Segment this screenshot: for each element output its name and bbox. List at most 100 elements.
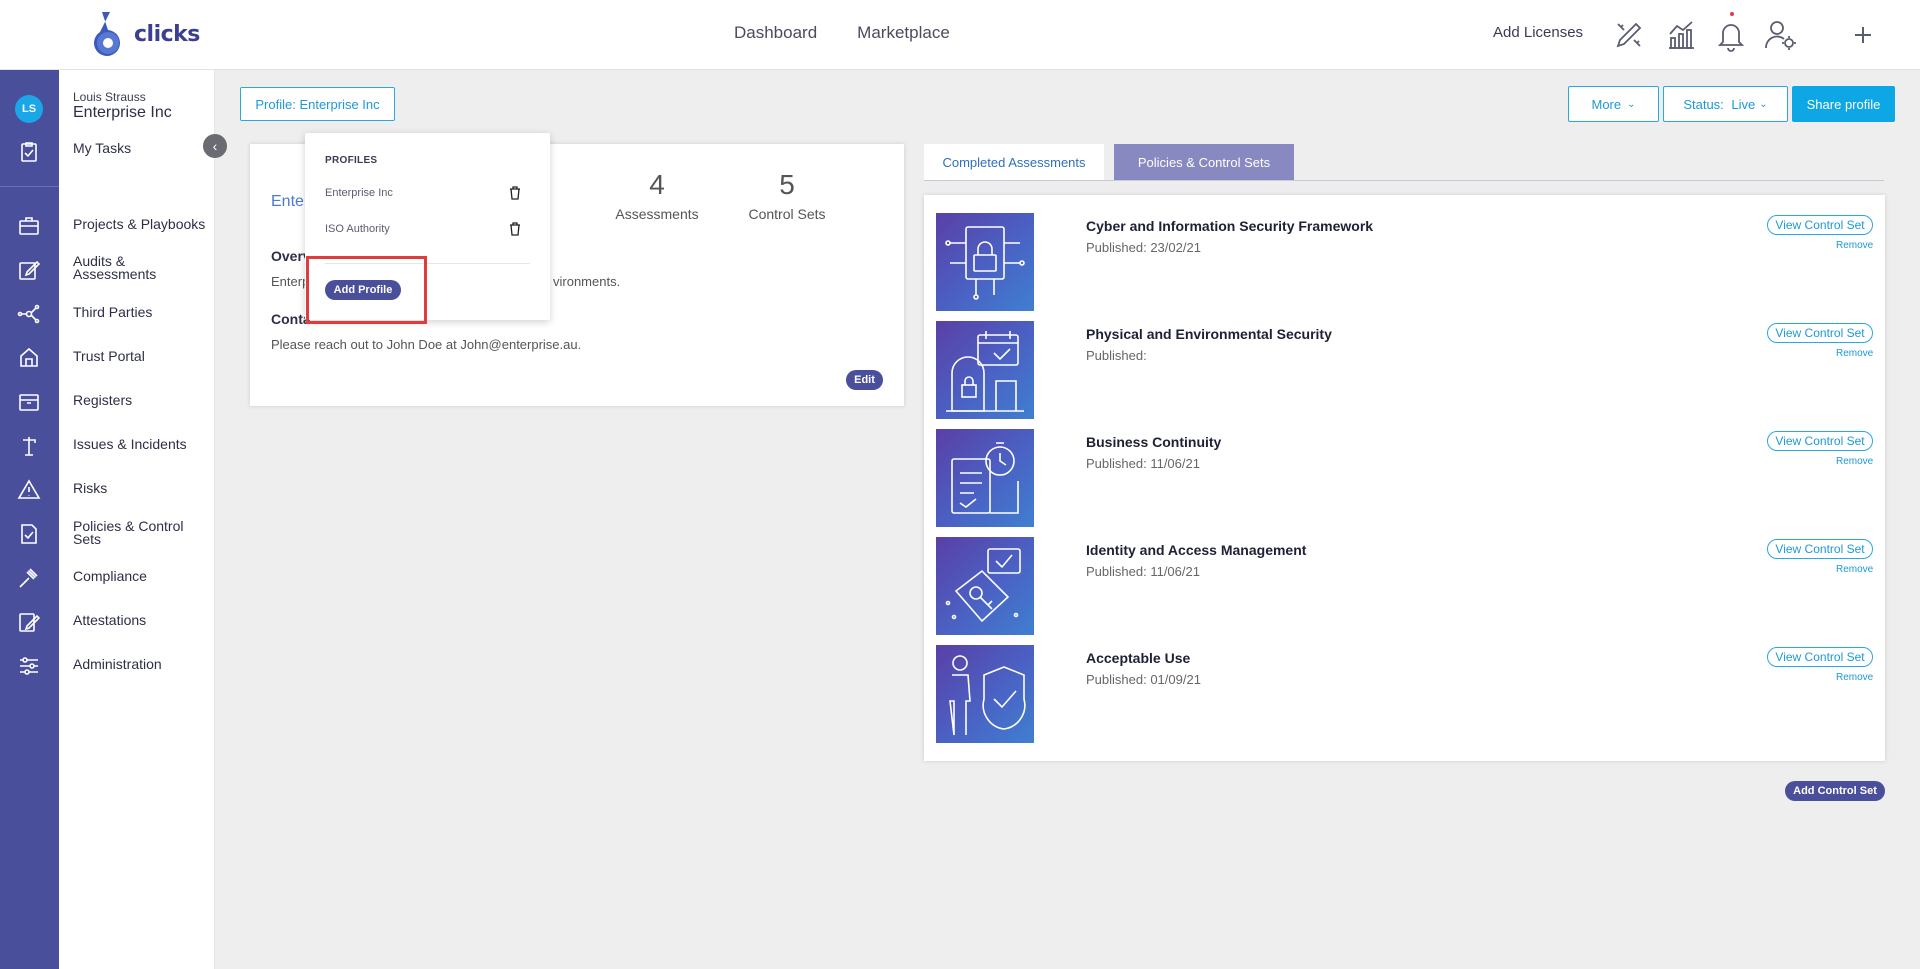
acceptable-use-icon	[936, 645, 1034, 743]
edit-button[interactable]: Edit	[846, 370, 883, 390]
view-control-set-button[interactable]: View Control Set	[1767, 539, 1873, 559]
overview-text-end: vironments.	[553, 274, 621, 289]
assessments-label: Assessments	[615, 206, 699, 222]
chevron-down-icon: ⌄	[1627, 98, 1636, 110]
control-set-published: Published: 23/02/21	[1086, 240, 1201, 255]
control-sets-count: 5	[779, 169, 795, 200]
control-set-title[interactable]: Identity and Access Management	[1086, 542, 1306, 558]
tab-completed-assessments[interactable]: Completed Assessments	[924, 144, 1104, 180]
assessments-count: 4	[649, 169, 665, 200]
logo-text: clicks	[134, 21, 200, 47]
briefcase-icon[interactable]	[17, 214, 41, 238]
analytics-icon[interactable]	[1664, 18, 1698, 52]
view-control-set-button[interactable]: View Control Set	[1767, 323, 1873, 343]
status-prefix: Status:	[1683, 96, 1728, 112]
remove-control-set-link[interactable]: Remove	[1836, 672, 1873, 683]
control-set-title[interactable]: Business Continuity	[1086, 434, 1221, 450]
network-icon[interactable]	[17, 302, 41, 326]
compliance-gavel-icon[interactable]	[17, 566, 41, 590]
profile-value: Enterprise Inc	[299, 96, 380, 112]
collapse-sidebar-button[interactable]: ‹	[203, 134, 227, 158]
status-button[interactable]: Status: Live ⌄	[1663, 86, 1788, 122]
remove-control-set-link[interactable]: Remove	[1836, 564, 1873, 575]
bell-icon[interactable]	[1714, 18, 1748, 52]
profile-title: Enter	[271, 193, 310, 210]
sidebar-item-my-tasks[interactable]: My Tasks	[73, 141, 213, 155]
rail-divider	[0, 186, 59, 187]
icon-rail	[0, 70, 59, 969]
risk-warning-icon[interactable]	[17, 478, 41, 502]
business-continuity-icon	[936, 429, 1034, 527]
sidebar-item-risks[interactable]: Risks	[73, 481, 213, 495]
remove-control-set-link[interactable]: Remove	[1836, 348, 1873, 359]
profile-selector-button[interactable]: Profile: Enterprise Inc	[240, 87, 395, 121]
logo-mark-icon	[93, 12, 120, 56]
top-nav: Dashboard Marketplace	[734, 23, 950, 43]
physical-security-icon	[936, 321, 1034, 419]
chevron-down-icon: ⌄	[1759, 98, 1768, 110]
sidebar-item-issues[interactable]: Issues & Incidents	[73, 437, 213, 451]
add-control-set-button[interactable]: Add Control Set	[1785, 781, 1885, 801]
highlight-box	[306, 256, 427, 324]
identity-access-icon	[936, 537, 1034, 635]
portal-icon[interactable]	[17, 346, 41, 370]
view-control-set-button[interactable]: View Control Set	[1767, 647, 1873, 667]
add-licenses-link[interactable]: Add Licenses	[1493, 24, 1583, 41]
control-set-title[interactable]: Physical and Environmental Security	[1086, 326, 1332, 342]
overview-text-start: Enterp	[271, 274, 310, 289]
profiles-heading: PROFILES	[325, 155, 378, 166]
profile-option-iso[interactable]: ISO Authority	[325, 223, 390, 235]
logo[interactable]: clicks	[88, 10, 200, 58]
control-set-title[interactable]: Acceptable Use	[1086, 650, 1190, 666]
sidebar-item-audits[interactable]: Audits & Assessments	[73, 254, 183, 281]
avatar[interactable]: LS	[15, 95, 43, 123]
cyber-security-icon	[936, 213, 1034, 311]
control-sets-panel: Cyber and Information Security Framework…	[924, 195, 1885, 761]
sidebar-item-attestations[interactable]: Attestations	[73, 613, 213, 627]
more-label: More	[1591, 96, 1622, 112]
sidebar-item-registers[interactable]: Registers	[73, 393, 213, 407]
plus-icon[interactable]	[1846, 18, 1880, 52]
design-tools-icon[interactable]	[1612, 18, 1646, 52]
registers-icon[interactable]	[17, 390, 41, 414]
more-button[interactable]: More ⌄	[1568, 86, 1659, 122]
user-name: Louis Strauss	[73, 90, 146, 104]
status-value: Live	[1731, 96, 1756, 112]
remove-control-set-link[interactable]: Remove	[1836, 456, 1873, 467]
share-profile-button[interactable]: Share profile	[1792, 86, 1895, 122]
control-set-title[interactable]: Cyber and Information Security Framework	[1086, 218, 1373, 234]
control-set-published: Published: 11/06/21	[1086, 456, 1200, 471]
sidebar-item-policies[interactable]: Policies & Control Sets	[73, 519, 193, 546]
sidebar-item-projects[interactable]: Projects & Playbooks	[73, 217, 213, 231]
policies-icon[interactable]	[17, 522, 41, 546]
top-bar: clicks Dashboard Marketplace Add License…	[0, 0, 1920, 70]
tab-policies-control-sets[interactable]: Policies & Control Sets	[1114, 144, 1294, 180]
incidents-icon[interactable]	[17, 434, 41, 458]
sidebar-item-administration[interactable]: Administration	[73, 657, 213, 671]
view-control-set-button[interactable]: View Control Set	[1767, 215, 1873, 235]
nav-dashboard[interactable]: Dashboard	[734, 23, 817, 43]
tasks-clipboard-icon[interactable]	[17, 140, 41, 164]
view-control-set-button[interactable]: View Control Set	[1767, 431, 1873, 451]
admin-sliders-icon[interactable]	[17, 654, 41, 678]
nav-marketplace[interactable]: Marketplace	[857, 23, 950, 43]
remove-control-set-link[interactable]: Remove	[1836, 240, 1873, 251]
contact-text: Please reach out to John Doe at John@ent…	[271, 337, 582, 352]
profile-prefix: Profile:	[255, 96, 300, 112]
user-org[interactable]: Enterprise Inc	[73, 104, 172, 122]
trash-icon[interactable]	[509, 222, 521, 236]
sidebar-item-compliance[interactable]: Compliance	[73, 569, 213, 583]
sidebar-item-trust-portal[interactable]: Trust Portal	[73, 349, 213, 363]
notification-dot	[1730, 12, 1734, 16]
sidebar-item-third-parties[interactable]: Third Parties	[73, 305, 213, 319]
tab-bar: Completed Assessments Policies & Control…	[924, 144, 1884, 181]
edit-icon[interactable]	[17, 258, 41, 282]
user-settings-icon[interactable]	[1764, 18, 1798, 52]
trash-icon[interactable]	[509, 186, 521, 200]
chevron-left-icon: ‹	[212, 138, 218, 154]
control-sets-label: Control Sets	[748, 206, 826, 222]
attestations-icon[interactable]	[17, 610, 41, 634]
profile-option-enterprise[interactable]: Enterprise Inc	[325, 187, 393, 199]
control-set-published: Published:	[1086, 348, 1147, 363]
control-set-published: Published: 01/09/21	[1086, 672, 1201, 687]
